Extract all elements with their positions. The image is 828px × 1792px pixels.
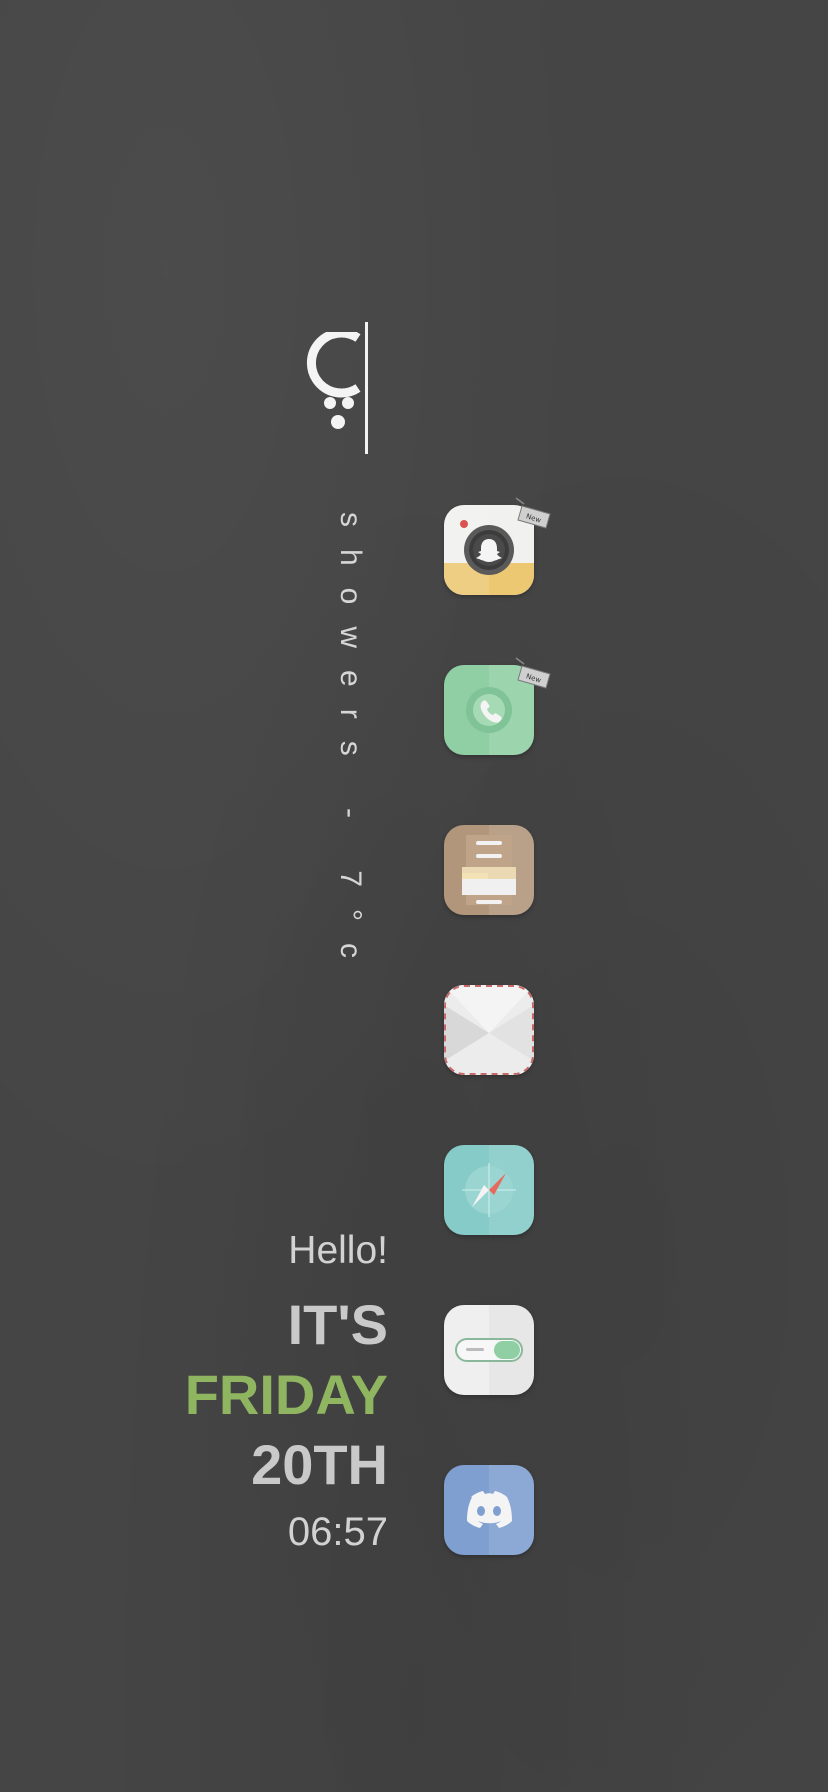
mail-app-icon[interactable] [444, 985, 534, 1075]
greeting-its: IT'S [287, 1293, 388, 1356]
safari-app-icon[interactable] [444, 1145, 534, 1235]
settings-app-icon[interactable] [444, 1305, 534, 1395]
files-cabinet-icon [444, 825, 534, 915]
greeting-hello: Hello! [288, 1229, 388, 1272]
files-app-icon[interactable] [444, 825, 534, 915]
greeting-date: 20TH [251, 1433, 388, 1496]
mail-envelope-icon [444, 985, 534, 1075]
new-tag-icon: New [515, 657, 551, 689]
discord-icon [444, 1465, 534, 1555]
safari-compass-icon [444, 1145, 534, 1235]
greeting-day: FRIDAY [184, 1363, 388, 1426]
greeting-time: 06:57 [287, 1510, 388, 1554]
discord-app-icon[interactable] [444, 1465, 534, 1555]
weather-divider [365, 322, 368, 454]
showers-icon [306, 332, 361, 429]
weather-condition-text: showers - 7°c [334, 512, 367, 981]
new-tag-icon: New [515, 497, 551, 529]
settings-toggle-icon [444, 1305, 534, 1395]
